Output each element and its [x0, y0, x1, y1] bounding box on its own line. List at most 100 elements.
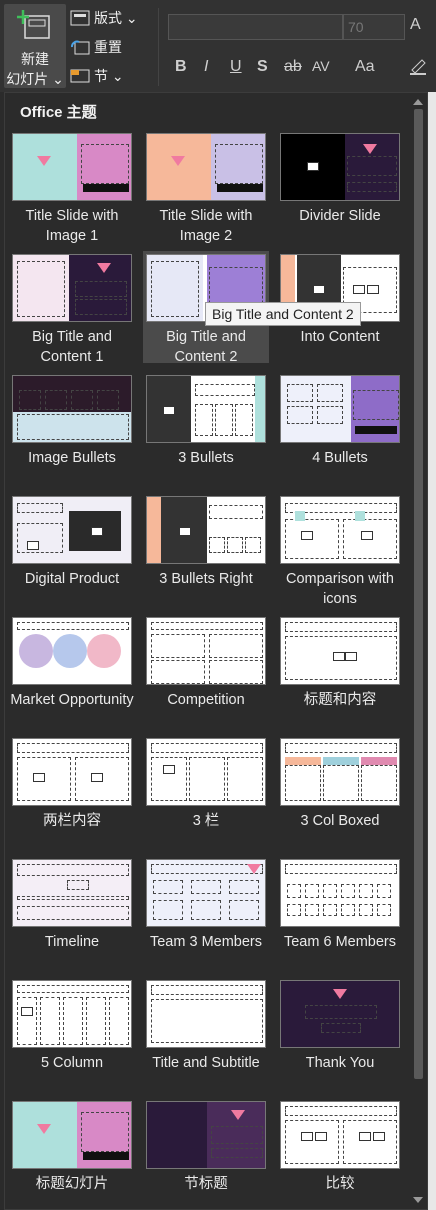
layout-name: Competition [167, 692, 245, 708]
layout-item[interactable]: 3 栏 [143, 735, 269, 847]
layout-thumbnail [146, 617, 266, 685]
layout-item[interactable]: 节标题 [143, 1098, 269, 1209]
layout-item[interactable]: 3 Bullets [143, 372, 269, 484]
layout-name: 3 Bullets Right [159, 571, 253, 587]
layout-thumbnail [12, 133, 132, 201]
layout-item[interactable]: Title Slide with Image 1 [9, 130, 135, 244]
font-size-box[interactable]: 70 [343, 14, 405, 40]
scroll-thumb[interactable] [414, 109, 423, 1079]
layout-thumbnail [146, 1101, 266, 1169]
layout-name: 4 Bullets [312, 450, 368, 466]
new-slide-button[interactable]: 新建 幻灯片 ⌄ [4, 4, 66, 88]
section-icon [70, 69, 90, 83]
layout-name: Title and Subtitle [152, 1055, 260, 1071]
ribbon-divider [158, 8, 159, 86]
layout-name: 3 Col Boxed [300, 813, 380, 829]
layout-item[interactable]: 5 Column [9, 977, 135, 1089]
reset-label: 重置 [94, 39, 122, 55]
layout-thumbnail [12, 617, 132, 685]
scroll-up-icon[interactable] [413, 99, 423, 105]
layout-name: 节标题 [184, 1176, 228, 1192]
layout-item[interactable]: Timeline [9, 856, 135, 968]
layout-item[interactable]: Big Title and Content 1 [9, 251, 135, 365]
reset-icon [71, 40, 90, 55]
layout-tooltip: Big Title and Content 2 [205, 302, 361, 326]
layout-thumbnail [280, 859, 400, 927]
layout-thumbnail [12, 738, 132, 806]
strikethrough-button[interactable]: ab [284, 58, 302, 76]
italic-button[interactable]: I [204, 58, 208, 76]
layout-thumbnail [146, 133, 266, 201]
layout-thumbnail [280, 617, 400, 685]
layout-name: Title Slide with Image 2 [159, 208, 253, 244]
layout-item[interactable]: Team 3 Members [143, 856, 269, 968]
layout-name: Title Slide with Image 1 [25, 208, 119, 244]
layout-name: 两栏内容 [43, 813, 101, 829]
font-name-box[interactable] [168, 14, 343, 40]
layout-icon [70, 10, 90, 26]
section-button[interactable]: 节 ⌄ [70, 65, 124, 87]
layout-thumbnail [12, 980, 132, 1048]
layout-thumbnail [146, 738, 266, 806]
layout-item[interactable]: 3 Bullets Right [143, 493, 269, 605]
layout-gallery: Office 主题 Title Slide with Image 1 Title… [4, 92, 428, 1210]
underline-button[interactable]: U [230, 58, 242, 76]
layout-item[interactable]: 4 Bullets [277, 372, 403, 484]
layout-item[interactable]: Market Opportunity [9, 614, 135, 726]
layout-thumbnail [280, 1101, 400, 1169]
layout-thumbnail [146, 859, 266, 927]
layout-name: 3 栏 [192, 813, 220, 829]
gallery-scrollbar[interactable] [411, 97, 425, 1205]
layout-name: Into Content [300, 329, 380, 345]
layout-item[interactable]: Digital Product [9, 493, 135, 605]
layout-item[interactable]: Divider Slide [277, 130, 403, 242]
reset-button[interactable]: 重置 [70, 36, 122, 58]
layout-name: Digital Product [24, 571, 120, 587]
layout-thumbnail [12, 254, 132, 322]
ribbon: 新建 幻灯片 ⌄ 版式 ⌄ 重置 节 ⌄ 70 A B I U S ab AV … [0, 0, 436, 92]
layout-item[interactable]: Comparison with icons [277, 493, 403, 607]
layout-item[interactable]: Team 6 Members [277, 856, 403, 968]
layout-name: 5 Column [40, 1055, 104, 1071]
layout-name: Divider Slide [299, 208, 381, 224]
layout-thumbnail [146, 375, 266, 443]
char-spacing-button[interactable]: AV [312, 58, 330, 74]
layout-thumbnail [12, 1101, 132, 1169]
layout-thumbnail [146, 496, 266, 564]
bold-button[interactable]: B [175, 58, 187, 76]
layout-thumbnail [280, 496, 400, 564]
layout-name: 标题和内容 [303, 692, 377, 708]
layout-item[interactable]: Thank You [277, 977, 403, 1089]
layout-thumbnail [146, 980, 266, 1048]
layout-item[interactable]: Competition [143, 614, 269, 726]
layout-name: 比较 [325, 1176, 355, 1192]
layout-name: Big Title and Content 1 [32, 329, 112, 365]
layout-item[interactable]: Title Slide with Image 2 [143, 130, 269, 244]
layout-thumbnail [280, 738, 400, 806]
shadow-button[interactable]: S [257, 58, 268, 76]
layout-item[interactable]: Image Bullets [9, 372, 135, 484]
layout-item[interactable]: 3 Col Boxed [277, 735, 403, 847]
layout-name: Thank You [305, 1055, 375, 1071]
layout-thumbnail [12, 375, 132, 443]
layout-name: Comparison with icons [286, 571, 394, 607]
layout-thumbnail [280, 980, 400, 1048]
layout-thumbnail [12, 496, 132, 564]
section-label: 节 ⌄ [94, 68, 124, 84]
slide-canvas-edge [428, 92, 436, 1210]
scroll-down-icon[interactable] [413, 1197, 423, 1203]
layout-item[interactable]: 比较 [277, 1098, 403, 1209]
layout-thumbnail [280, 133, 400, 201]
layout-item[interactable]: 标题和内容 [277, 614, 403, 726]
grow-font-button[interactable]: A [410, 16, 421, 34]
layout-name: Big Title and Content 2 [166, 329, 246, 365]
layout-label: 版式 ⌄ [94, 10, 138, 26]
layout-item[interactable]: 两栏内容 [9, 735, 135, 847]
layout-name: Team 6 Members [283, 934, 396, 950]
change-case-button[interactable]: Aa [355, 58, 375, 76]
layout-item[interactable]: 标题幻灯片 [9, 1098, 135, 1209]
new-slide-label-2: 幻灯片 ⌄ [6, 71, 64, 87]
layout-item[interactable]: Title and Subtitle [143, 977, 269, 1089]
highlight-pen-icon[interactable] [408, 56, 428, 76]
layout-button[interactable]: 版式 ⌄ [70, 7, 138, 29]
